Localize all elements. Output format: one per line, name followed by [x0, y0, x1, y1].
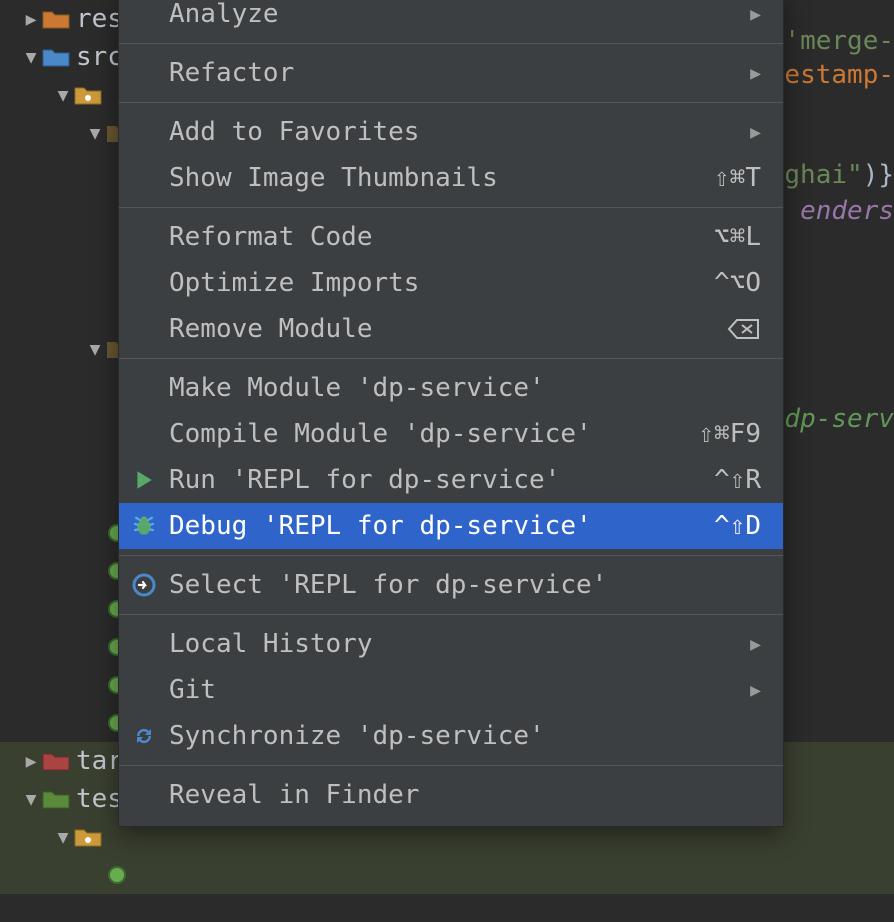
chevron-down-icon: ▼: [22, 789, 40, 810]
menu-item[interactable]: Git▶: [119, 667, 783, 713]
menu-item-label: Show Image Thumbnails: [169, 163, 714, 193]
tree-item[interactable]: [0, 856, 894, 894]
menu-item-label: Add to Favorites: [169, 117, 750, 147]
menu-shortcut: ^⇧D: [714, 511, 761, 541]
chevron-down-icon: ▼: [54, 85, 72, 106]
menu-separator: [119, 358, 783, 359]
menu-separator: [119, 43, 783, 44]
folder-test-icon: [42, 788, 70, 810]
chevron-down-icon: ▼: [22, 47, 40, 68]
submenu-arrow-icon: ▶: [750, 680, 761, 701]
menu-shortcut: ⇧⌘T: [714, 163, 761, 193]
menu-separator: [119, 555, 783, 556]
menu-item[interactable]: Synchronize 'dp-service': [119, 713, 783, 759]
menu-item-label: Reveal in Finder: [169, 780, 761, 810]
menu-item[interactable]: Debug 'REPL for dp-service'^⇧D: [119, 503, 783, 549]
code-token: ghai": [784, 160, 862, 190]
menu-item[interactable]: Local History▶: [119, 621, 783, 667]
bug-icon: [129, 513, 159, 539]
menu-item[interactable]: Run 'REPL for dp-service'^⇧R: [119, 457, 783, 503]
menu-item-label: Make Module 'dp-service': [169, 373, 761, 403]
delete-key-icon: [727, 317, 761, 341]
code-token: )}: [863, 160, 894, 190]
chevron-down-icon: ▼: [86, 123, 104, 144]
menu-item-label: Debug 'REPL for dp-service': [169, 511, 714, 541]
run-icon: [129, 469, 159, 491]
sync-icon: [129, 724, 159, 748]
chevron-right-icon: ▶: [22, 9, 40, 30]
submenu-arrow-icon: ▶: [750, 63, 761, 84]
menu-item[interactable]: Add to Favorites▶: [119, 109, 783, 155]
folder-source-icon: [42, 46, 70, 68]
menu-item-label: Remove Module: [169, 314, 727, 344]
menu-item-label: Analyze: [169, 0, 750, 29]
dot-icon: [108, 866, 126, 884]
menu-item-label: Compile Module 'dp-service': [169, 419, 698, 449]
menu-item[interactable]: Show Image Thumbnails⇧⌘T: [119, 155, 783, 201]
context-menu: Analyze▶Refactor▶Add to Favorites▶Show I…: [118, 0, 784, 827]
folder-icon: [42, 8, 70, 30]
code-fragment: ghai")}: [784, 160, 894, 190]
menu-item-label: Git: [169, 675, 750, 705]
menu-item-label: Reformat Code: [169, 222, 714, 252]
menu-separator: [119, 102, 783, 103]
menu-separator: [119, 207, 783, 208]
chevron-down-icon: ▼: [54, 827, 72, 848]
menu-shortcut: ⌥⌘L: [714, 222, 761, 252]
tree-label: res: [76, 4, 123, 34]
menu-item-label: Synchronize 'dp-service': [169, 721, 761, 751]
menu-item-label: Run 'REPL for dp-service': [169, 465, 714, 495]
chevron-down-icon: ▼: [86, 339, 104, 360]
menu-item[interactable]: Compile Module 'dp-service'⇧⌘F9: [119, 411, 783, 457]
submenu-arrow-icon: ▶: [750, 122, 761, 143]
menu-item[interactable]: Analyze▶: [119, 0, 783, 37]
code-fragment: estamp-: [784, 60, 894, 90]
menu-item[interactable]: Select 'REPL for dp-service': [119, 562, 783, 608]
menu-shortcut: ^⇧R: [714, 465, 761, 495]
select-icon: [129, 573, 159, 597]
menu-separator: [119, 765, 783, 766]
menu-shortcut: ^⌥O: [714, 268, 761, 298]
folder-excluded-icon: [42, 750, 70, 772]
menu-item-label: Refactor: [169, 58, 750, 88]
submenu-arrow-icon: ▶: [750, 4, 761, 25]
menu-item[interactable]: Refactor▶: [119, 50, 783, 96]
code-fragment: enders: [800, 196, 894, 226]
menu-item-label: Optimize Imports: [169, 268, 714, 298]
menu-separator: [119, 614, 783, 615]
package-icon: [74, 826, 102, 848]
submenu-arrow-icon: ▶: [750, 634, 761, 655]
chevron-right-icon: ▶: [22, 751, 40, 772]
menu-item[interactable]: Remove Module: [119, 306, 783, 352]
menu-item-label: Local History: [169, 629, 750, 659]
code-fragment: dp-serv: [784, 404, 894, 434]
menu-item[interactable]: Reformat Code⌥⌘L: [119, 214, 783, 260]
package-icon: [74, 84, 102, 106]
menu-item[interactable]: Reveal in Finder: [119, 772, 783, 818]
menu-item[interactable]: Make Module 'dp-service': [119, 365, 783, 411]
menu-item-label: Select 'REPL for dp-service': [169, 570, 761, 600]
tree-label: src: [76, 42, 123, 72]
menu-item[interactable]: Optimize Imports^⌥O: [119, 260, 783, 306]
code-fragment: 'merge-: [784, 26, 894, 56]
menu-shortcut: ⇧⌘F9: [698, 419, 761, 449]
